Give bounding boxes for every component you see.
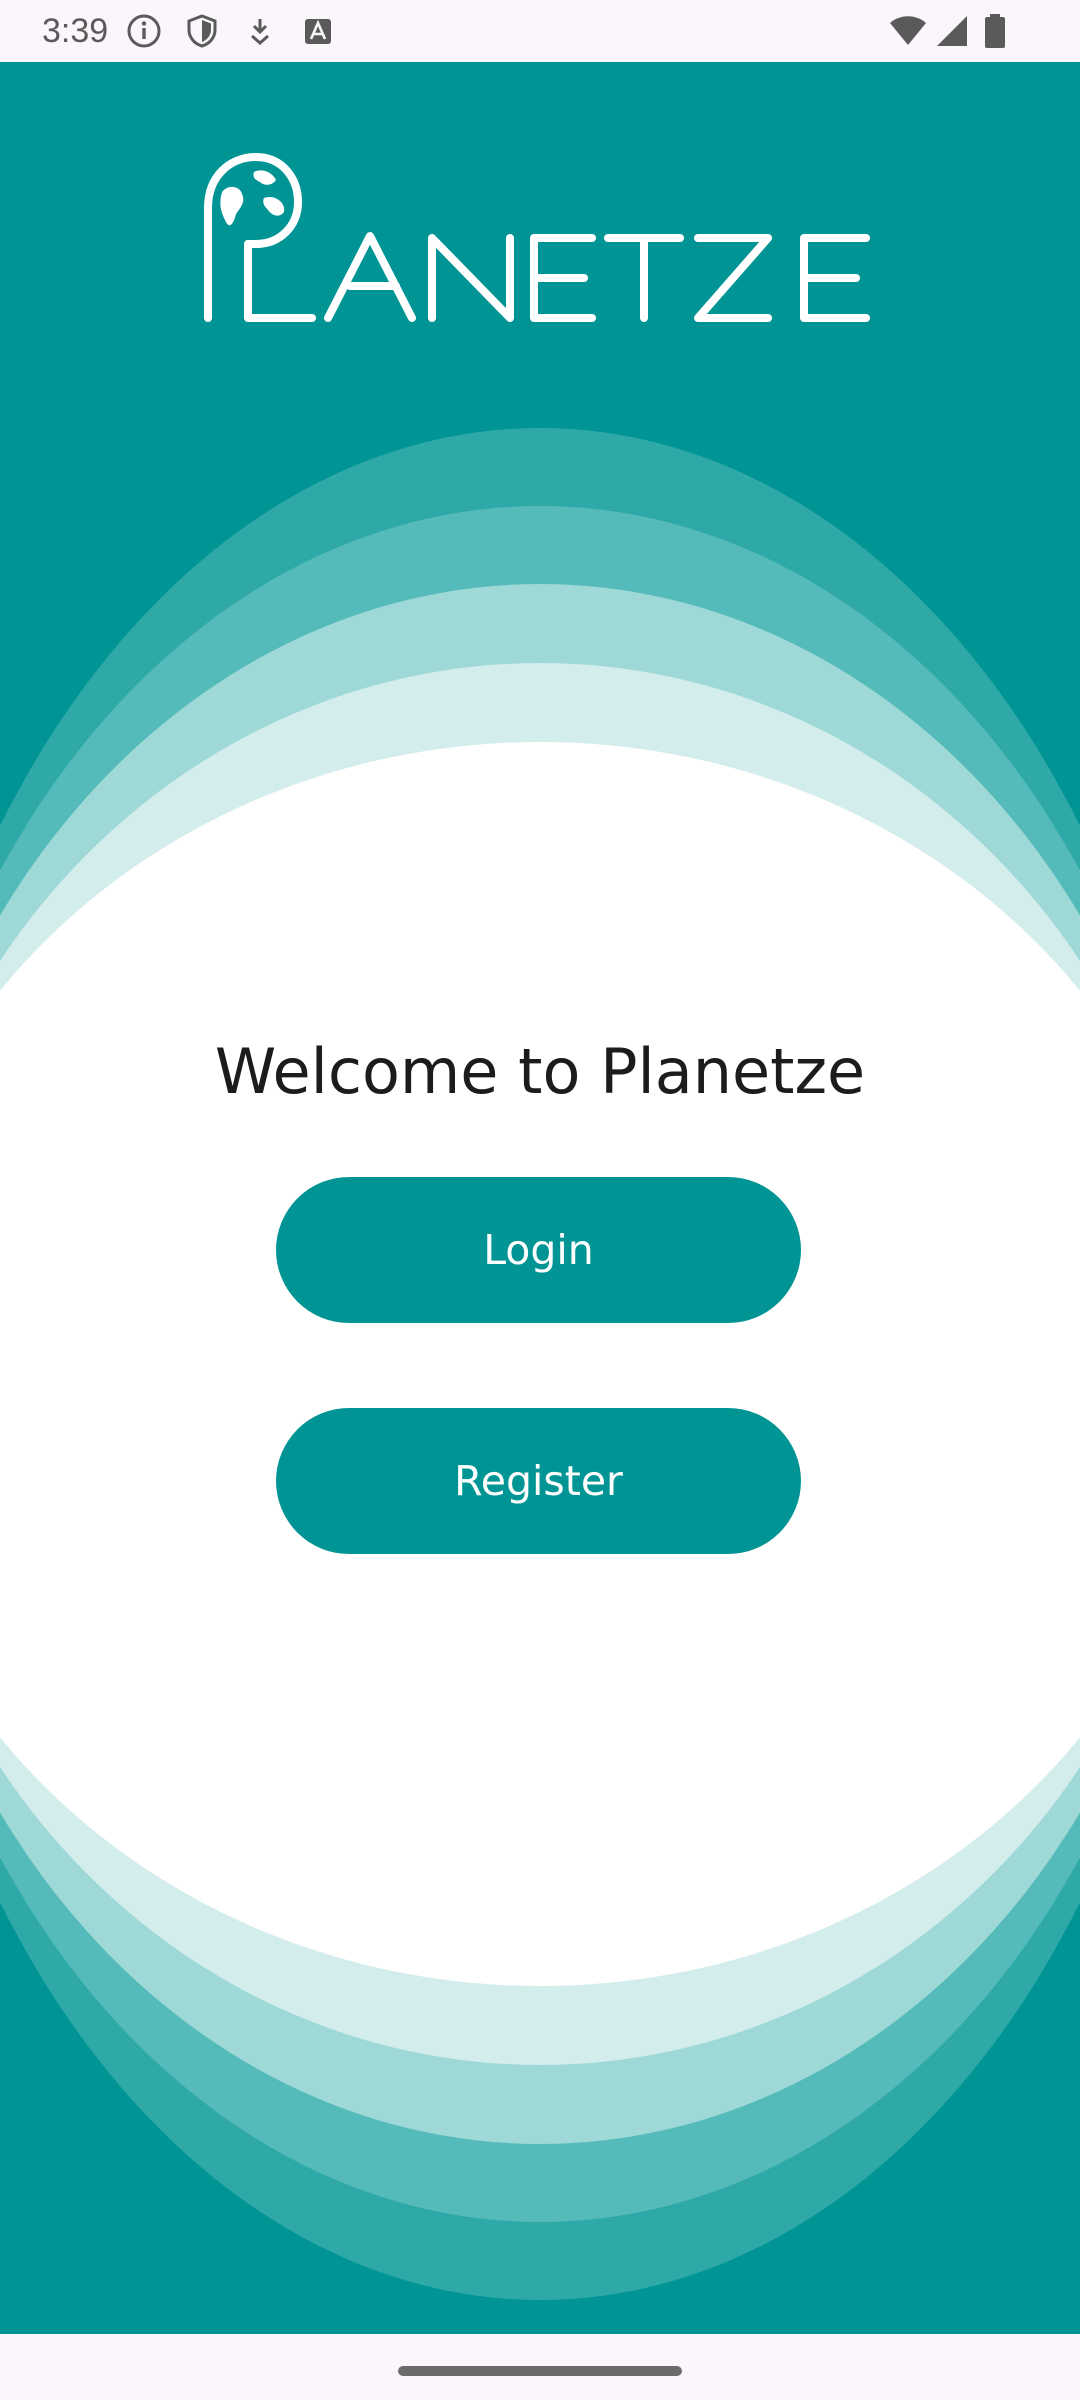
navigation-bar [0, 2334, 1080, 2400]
download-icon [242, 13, 278, 49]
login-button[interactable]: Login [276, 1177, 801, 1323]
planetze-logo [200, 152, 880, 322]
content-circle [0, 742, 1080, 1986]
status-time: 3:39 [42, 12, 109, 50]
register-button[interactable]: Register [276, 1408, 801, 1554]
wifi-icon [888, 13, 928, 49]
status-bar: 3:39 [0, 0, 1080, 62]
welcome-title: Welcome to Planetze [214, 1035, 866, 1108]
info-icon [126, 13, 162, 49]
keyboard-a-icon [300, 13, 336, 49]
home-gesture-handle[interactable] [398, 2366, 682, 2376]
cell-signal-icon [934, 13, 970, 49]
battery-icon [980, 13, 1010, 49]
globe-icon [220, 170, 285, 226]
app-screen: 3:39 Welcome to Planetze Login Register [0, 0, 1080, 2400]
shield-icon [184, 13, 220, 49]
